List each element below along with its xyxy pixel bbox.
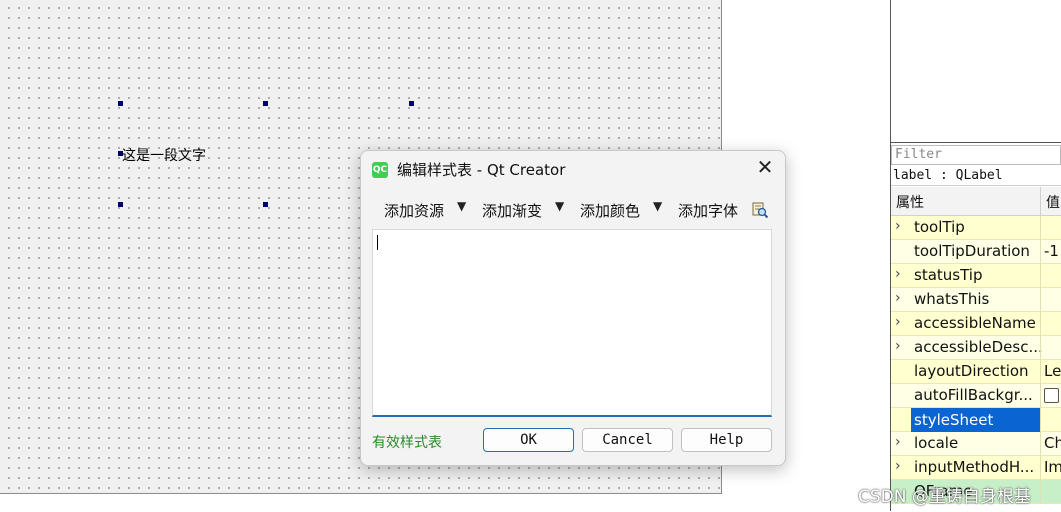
property-checkbox[interactable] bbox=[1044, 388, 1059, 403]
qt-creator-logo-icon: QC bbox=[372, 162, 388, 178]
property-name: accessibleDesc... bbox=[914, 338, 1043, 356]
edit-stylesheet-dialog: QC 编辑样式表 - Qt Creator ✕ 添加资源 ▼ 添加渐变 ▼ 添加… bbox=[360, 150, 786, 466]
property-row[interactable]: › toolTip bbox=[891, 216, 1061, 240]
resize-handle-bm[interactable] bbox=[263, 202, 268, 207]
property-value[interactable]: Im bbox=[1044, 458, 1061, 476]
property-name: whatsThis bbox=[914, 290, 990, 308]
property-value[interactable]: -1 bbox=[1044, 242, 1059, 260]
close-icon[interactable]: ✕ bbox=[753, 155, 777, 179]
cancel-button[interactable]: Cancel bbox=[582, 428, 673, 452]
property-name: inputMethodH... bbox=[914, 458, 1035, 476]
property-row[interactable]: › accessibleDesc... bbox=[891, 336, 1061, 360]
property-name: autoFillBackgr... bbox=[914, 386, 1033, 404]
font-picker-icon[interactable] bbox=[751, 201, 769, 219]
property-row[interactable]: styleSheet bbox=[891, 408, 1061, 432]
add-resource-dropdown-icon[interactable]: ▼ bbox=[457, 199, 466, 213]
watermark-text: CSDN @重铸自身根基 bbox=[858, 487, 1031, 507]
property-row[interactable]: autoFillBackgr... bbox=[891, 384, 1061, 408]
column-header-value[interactable]: 值 bbox=[1046, 192, 1060, 212]
add-font-button[interactable]: 添加字体 bbox=[678, 200, 738, 221]
filter-input[interactable]: Filter bbox=[891, 145, 1061, 165]
expand-chevron-icon[interactable]: › bbox=[895, 290, 909, 306]
resize-handle-tl[interactable] bbox=[118, 101, 123, 106]
ok-button[interactable]: OK bbox=[483, 428, 574, 452]
expand-chevron-icon[interactable]: › bbox=[895, 266, 909, 282]
stylesheet-text-editor[interactable] bbox=[372, 229, 772, 417]
property-name: styleSheet bbox=[911, 408, 1040, 432]
help-button[interactable]: Help bbox=[681, 428, 772, 452]
property-name: accessibleName bbox=[914, 314, 1036, 332]
add-gradient-dropdown-icon[interactable]: ▼ bbox=[555, 199, 564, 213]
property-row[interactable]: › locale Ch bbox=[891, 432, 1061, 456]
property-row[interactable]: › whatsThis bbox=[891, 288, 1061, 312]
resize-handle-tm[interactable] bbox=[263, 101, 268, 106]
property-value[interactable]: Le bbox=[1044, 362, 1061, 380]
resize-handle-bl[interactable] bbox=[118, 202, 123, 207]
property-value[interactable]: Ch bbox=[1044, 434, 1061, 452]
expand-chevron-icon[interactable]: › bbox=[895, 434, 909, 450]
property-row[interactable]: layoutDirection Le bbox=[891, 360, 1061, 384]
property-name: layoutDirection bbox=[914, 362, 1029, 380]
expand-chevron-icon[interactable]: › bbox=[895, 338, 909, 354]
expand-chevron-icon[interactable]: › bbox=[895, 218, 909, 234]
property-row[interactable]: › accessibleName bbox=[891, 312, 1061, 336]
expand-chevron-icon[interactable]: › bbox=[895, 458, 909, 474]
resize-handle-tr[interactable] bbox=[409, 101, 414, 106]
dialog-title: 编辑样式表 - Qt Creator bbox=[397, 161, 566, 179]
property-row[interactable]: › inputMethodH... Im bbox=[891, 456, 1061, 480]
validity-status: 有效样式表 bbox=[372, 435, 442, 451]
property-row[interactable]: toolTipDuration -1 bbox=[891, 240, 1061, 264]
expand-chevron-icon[interactable]: › bbox=[895, 314, 909, 330]
property-name: statusTip bbox=[914, 266, 983, 284]
add-color-button[interactable]: 添加颜色 bbox=[580, 200, 640, 221]
add-resource-button[interactable]: 添加资源 bbox=[384, 200, 444, 221]
property-row[interactable]: › statusTip bbox=[891, 264, 1061, 288]
label-widget-text[interactable]: 这是一段文字 bbox=[122, 145, 206, 165]
add-color-dropdown-icon[interactable]: ▼ bbox=[653, 199, 662, 213]
add-gradient-button[interactable]: 添加渐变 bbox=[482, 200, 542, 221]
property-name: locale bbox=[914, 434, 959, 452]
property-name: toolTipDuration bbox=[914, 242, 1030, 260]
object-class-label: label : QLabel bbox=[891, 167, 1061, 186]
property-name: toolTip bbox=[914, 218, 965, 236]
property-header: 属性 值 bbox=[891, 187, 1061, 216]
property-editor: Filter label : QLabel 属性 值 › toolTip toolT… bbox=[891, 142, 1061, 512]
column-header-property[interactable]: 属性 bbox=[896, 192, 924, 212]
